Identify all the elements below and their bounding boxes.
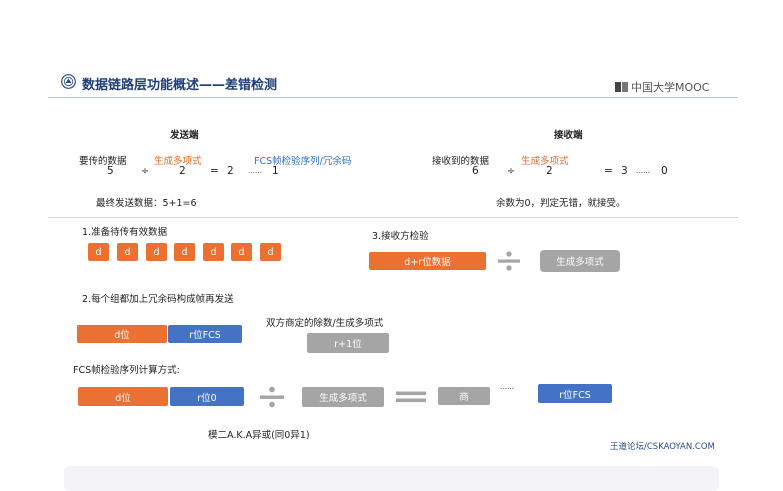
calc-dots: …… bbox=[500, 383, 514, 391]
d-bits-box: d位 bbox=[77, 325, 167, 343]
r-plus-one-box: r+1位 bbox=[307, 333, 389, 353]
receiver-heading: 接收端 bbox=[554, 130, 583, 141]
data-block: d bbox=[117, 243, 138, 261]
sender-data-label: 要传的数据 bbox=[79, 156, 127, 167]
header-divider bbox=[48, 97, 738, 98]
r-fcs-box: r位FCS bbox=[168, 325, 242, 343]
section-divider bbox=[48, 217, 738, 218]
data-block: d bbox=[88, 243, 109, 261]
divide-icon bbox=[260, 386, 284, 408]
step1-label: 1.准备待传有效数据 bbox=[82, 227, 168, 238]
bottom-toolbar bbox=[64, 466, 719, 491]
receiver-equals: = bbox=[604, 165, 613, 177]
agreed-divisor-label: 双方商定的除数/生成多项式 bbox=[266, 318, 384, 329]
dr-data-box: d+r位数据 bbox=[369, 252, 486, 270]
receiver-quotient: 3 bbox=[621, 165, 628, 177]
receiver-divide: ÷ bbox=[507, 166, 515, 177]
sender-gen-label: 生成多项式 bbox=[154, 156, 202, 167]
quotient-box: 商 bbox=[438, 387, 490, 405]
gen-poly-box: 生成多项式 bbox=[540, 250, 620, 272]
sender-gen-value: 2 bbox=[179, 165, 186, 177]
brand-logo: 中国大学MOOC bbox=[615, 79, 710, 95]
receiver-data-label: 接收到的数据 bbox=[432, 156, 490, 167]
brand-text: 中国大学MOOC bbox=[631, 81, 710, 94]
footer-credit: 王道论坛/CSKAOYAN.COM bbox=[610, 442, 715, 452]
sender-heading: 发送端 bbox=[170, 130, 199, 141]
page-title: 数据链路层功能概述——差错检测 bbox=[82, 78, 278, 93]
data-block: d bbox=[231, 243, 252, 261]
receiver-remainder: 0 bbox=[661, 165, 668, 177]
university-seal-icon bbox=[61, 74, 76, 89]
calc-gen-poly-box: 生成多项式 bbox=[302, 387, 384, 407]
sender-final: 最终发送数据：5+1=6 bbox=[96, 198, 197, 209]
equals-icon bbox=[396, 391, 426, 403]
sender-remainder: 1 bbox=[272, 165, 279, 177]
sender-data-value: 5 bbox=[107, 165, 114, 177]
calc-r-zero-box: r位0 bbox=[170, 387, 244, 406]
sender-divide: ÷ bbox=[141, 166, 149, 177]
fcs-calc-label: FCS帧检验序列计算方式: bbox=[73, 365, 180, 376]
step3-label: 3.接收方检验 bbox=[372, 231, 429, 242]
step2-label: 2.每个组都加上冗余码构成帧再发送 bbox=[82, 294, 234, 305]
sender-equals: = bbox=[210, 165, 219, 177]
data-block: d bbox=[203, 243, 224, 261]
receiver-gen-value: 2 bbox=[546, 165, 553, 177]
mooc-logo-icon bbox=[615, 82, 628, 92]
receiver-data-value: 6 bbox=[472, 165, 479, 177]
calc-d-bits-box: d位 bbox=[78, 387, 168, 406]
data-block: d bbox=[260, 243, 281, 261]
receiver-dots: …… bbox=[636, 167, 650, 175]
sender-quotient: 2 bbox=[227, 165, 234, 177]
slide: 数据链路层功能概述——差错检测 中国大学MOOC 发送端 要传的数据 生成多项式… bbox=[0, 0, 783, 491]
divide-icon bbox=[498, 251, 520, 271]
data-block: d bbox=[146, 243, 167, 261]
receiver-conclusion: 余数为0，判定无错，就接受。 bbox=[496, 198, 626, 209]
sender-fcs-label: FCS帧检验序列/冗余码 bbox=[254, 156, 352, 167]
result-fcs-box: r位FCS bbox=[538, 384, 612, 403]
modulo-two-note: 模二A.K.A异或(同0异1) bbox=[208, 430, 310, 441]
sender-dots: …… bbox=[248, 167, 262, 175]
receiver-gen-label: 生成多项式 bbox=[521, 156, 569, 167]
data-block: d bbox=[174, 243, 195, 261]
